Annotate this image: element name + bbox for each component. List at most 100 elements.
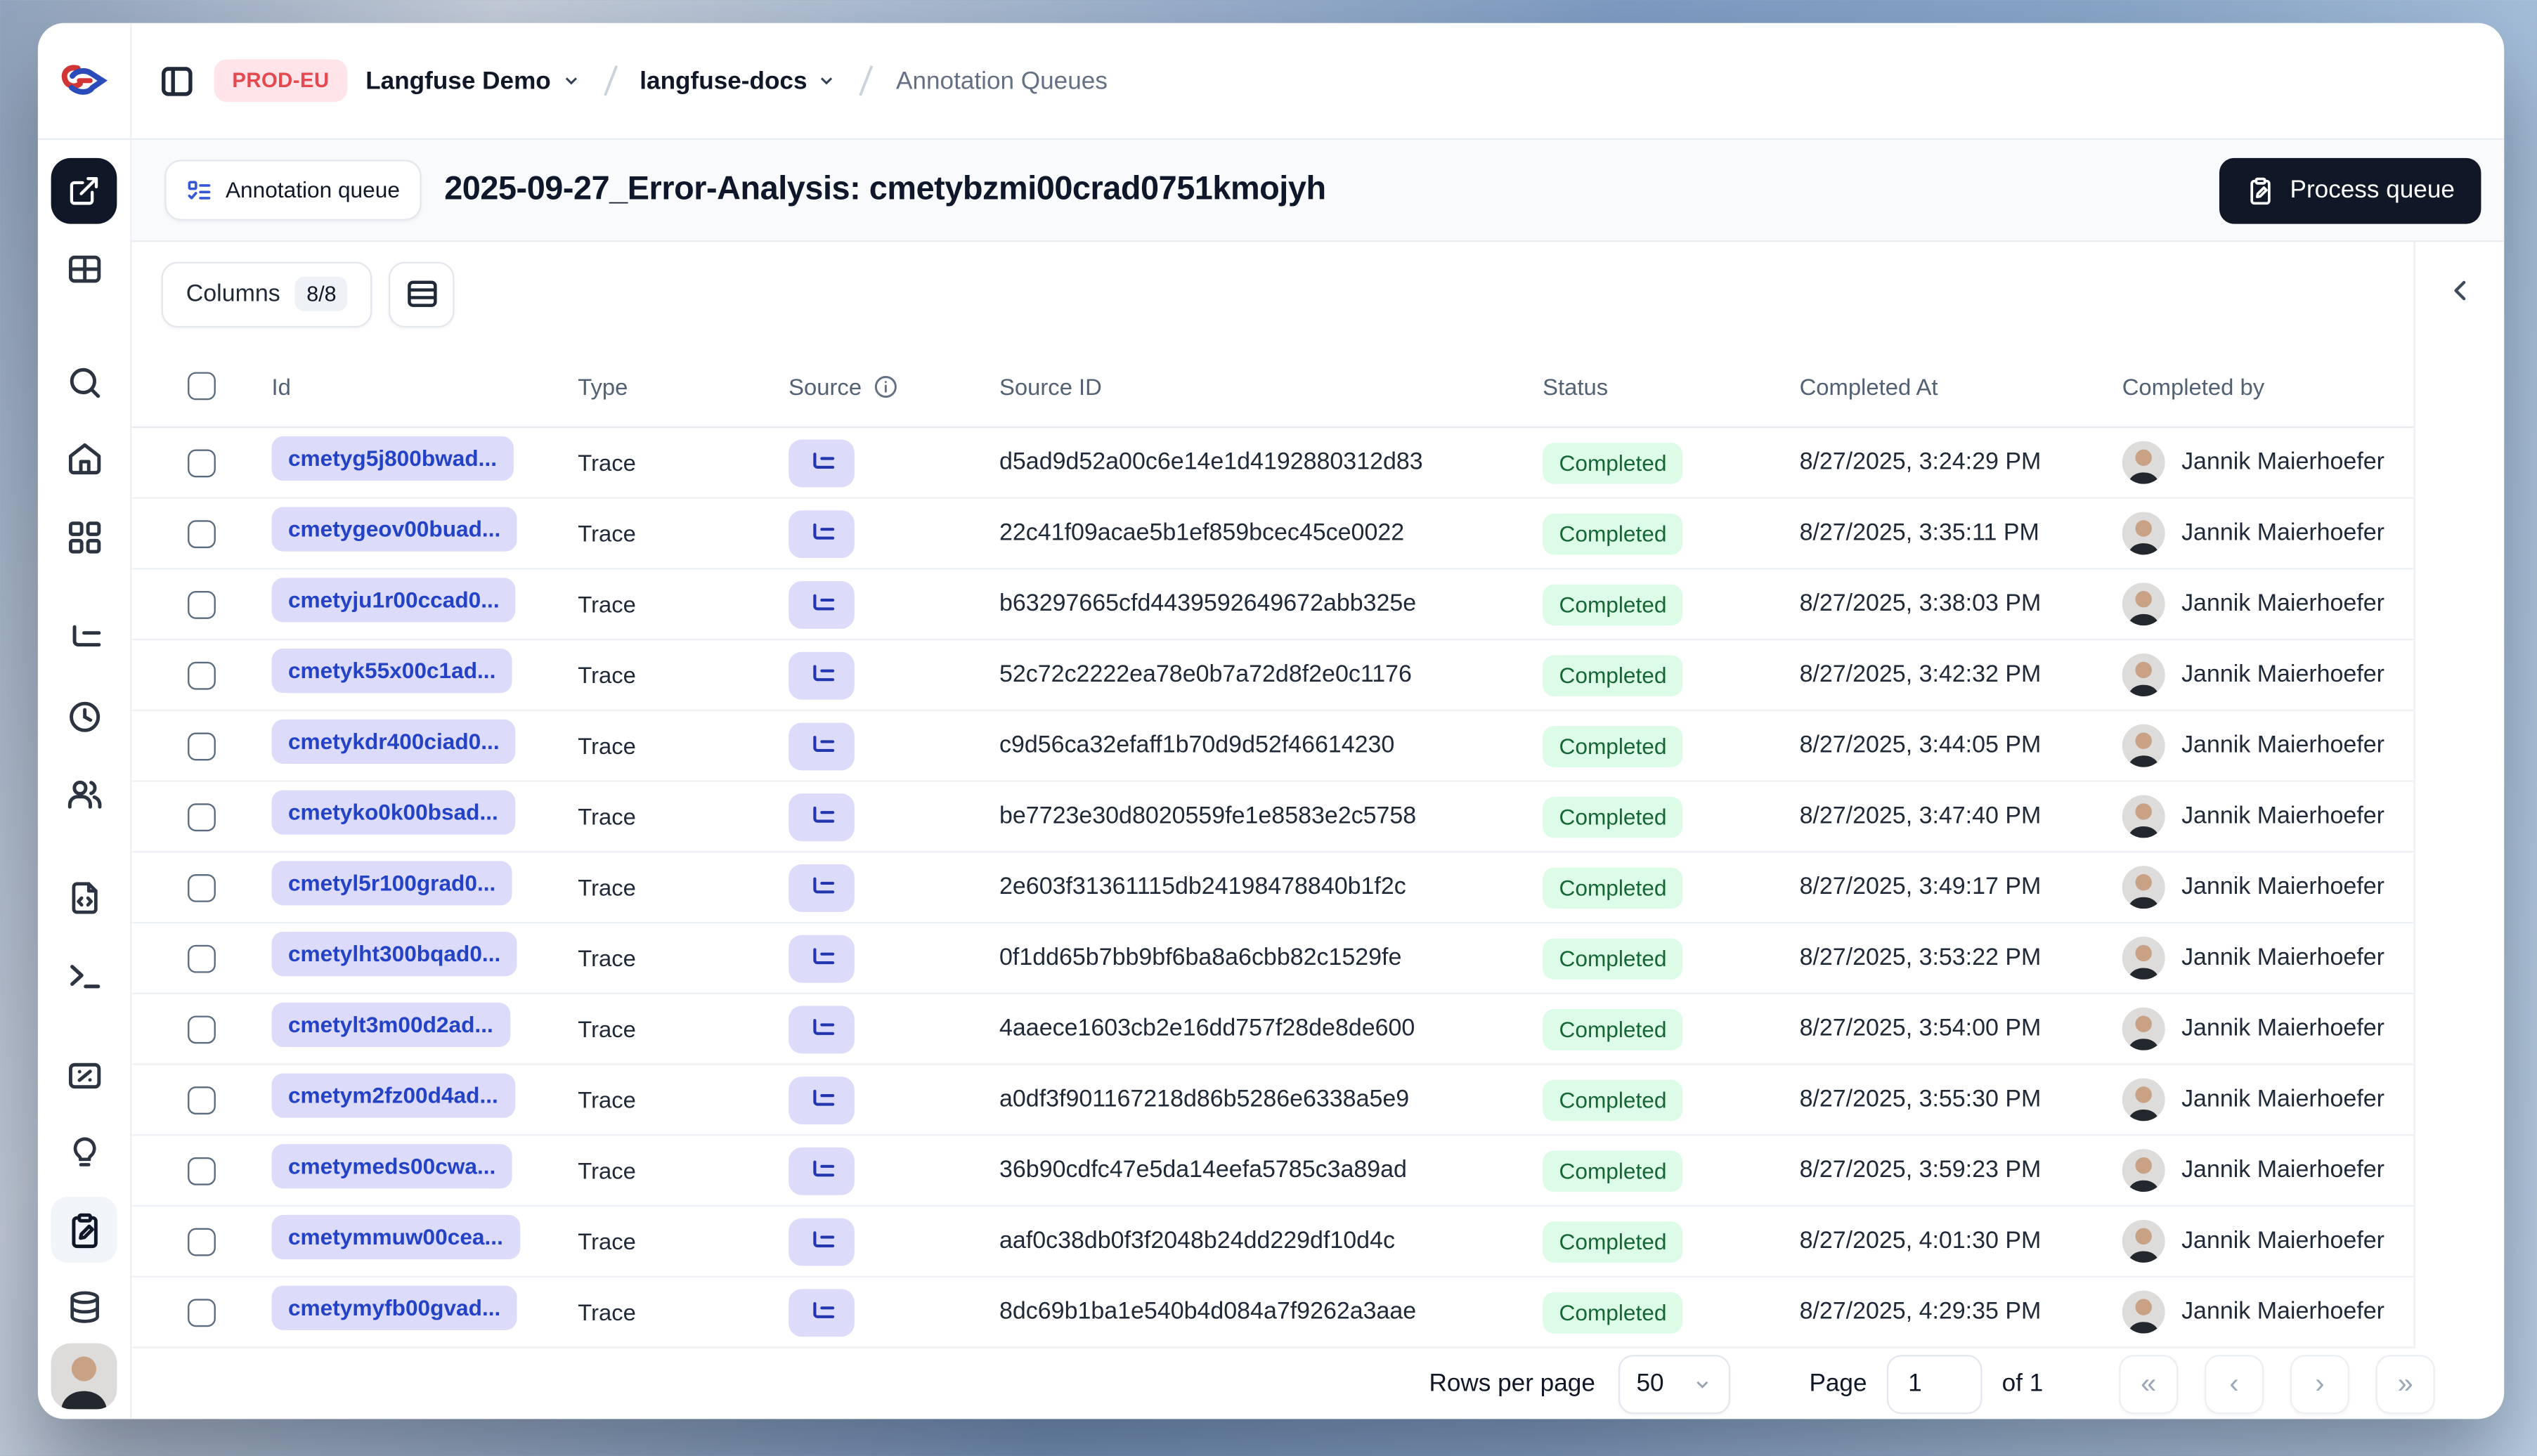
table-row[interactable]: cmetylt3m00d2ad... Trace 4aaece1603cb2e1… [131,994,2414,1065]
table-row[interactable]: cmetykdr400ciad0... Trace c9d56ca32efaff… [131,711,2414,782]
source-trace-button[interactable] [789,438,855,487]
langfuse-logo[interactable] [56,56,112,105]
item-id-badge[interactable]: cmetyg5j800bwad... [271,436,514,481]
next-page-button[interactable]: › [2290,1353,2350,1414]
source-trace-button[interactable] [789,863,855,911]
columns-button[interactable]: Columns 8/8 [161,261,373,327]
source-trace-button[interactable] [789,580,855,628]
sidebar-item-search[interactable] [51,349,117,415]
row-checkbox[interactable] [188,944,216,973]
source-trace-button[interactable] [789,1288,855,1337]
row-checkbox[interactable] [188,1015,216,1044]
completed-by-name: Jannik Maierhoefer [2181,1015,2384,1042]
sidebar-item-playground[interactable] [51,942,117,1008]
sidebar-item-evaluation[interactable] [51,1042,117,1108]
item-id-badge[interactable]: cmetyju1r00ccad0... [271,578,517,623]
previous-page-button[interactable]: ‹ [2204,1353,2264,1414]
user-avatar-image [51,1343,117,1410]
item-id-badge[interactable]: cmetym2fz00d4ad... [271,1073,515,1118]
first-page-button[interactable]: « [2119,1353,2179,1414]
info-icon[interactable] [873,373,899,399]
row-checkbox[interactable] [188,873,216,902]
breadcrumb-org-button[interactable]: Langfuse Demo [365,67,580,95]
item-id-badge[interactable]: cmetylht300bqad0... [271,931,517,977]
open-in-new-button[interactable] [51,157,117,224]
collapse-panel-button[interactable] [2435,265,2484,314]
row-checkbox[interactable] [188,1156,216,1185]
rows-icon [407,280,437,307]
sidebar-item-annotation-queues[interactable] [51,1197,117,1263]
item-id-badge[interactable]: cmetymyfb00gvad... [271,1285,517,1330]
completed-by-avatar [2122,936,2165,980]
table-row[interactable]: cmetyk55x00c1ad... Trace 52c72c2222ea78e… [131,640,2414,712]
table-row[interactable]: cmetyko0k00bsad... Trace be7723e30d80205… [131,781,2414,853]
table-row[interactable]: cmetyl5r100grad0... Trace 2e603f31361115… [131,852,2414,924]
source-trace-button[interactable] [789,1005,855,1053]
row-checkbox[interactable] [188,590,216,618]
row-checkbox[interactable] [188,519,216,547]
item-id-badge[interactable]: cmetyko0k00bsad... [271,790,515,835]
status-badge: Completed [1543,1150,1683,1191]
sidebar-item-dashboards[interactable] [51,504,117,570]
list-tree-icon [812,805,834,822]
data-table: Id Type Source Source ID Status Complete… [131,346,2414,1348]
item-id-badge[interactable]: cmetyl5r100grad0... [271,861,512,906]
row-checkbox[interactable] [188,732,216,760]
row-checkbox[interactable] [188,1086,216,1114]
sidebar-item-tracing[interactable] [51,606,117,672]
source-id: d5ad9d52a00c6e14e1d4192880312d83 [999,449,1423,476]
lightbulb-icon [72,1136,96,1166]
row-checkbox[interactable] [188,1227,216,1256]
item-id-badge[interactable]: cmetymeds00cwa... [271,1144,512,1189]
sidebar-item-datasets[interactable] [51,1274,117,1340]
sidebar-item-sessions[interactable] [51,683,117,749]
process-queue-button[interactable]: Process queue [2219,157,2481,223]
environment-badge: PROD-EU [214,59,348,103]
page-number-input[interactable] [1886,1353,1983,1414]
queue-type-badge: Annotation queue [164,160,422,221]
source-trace-button[interactable] [789,934,855,982]
sidebar-item-users[interactable] [51,760,117,826]
table-row[interactable]: cmetym2fz00d4ad... Trace a0df3f901167218… [131,1065,2414,1136]
sidebar-item-insights[interactable] [51,1119,117,1185]
columns-count-badge: 8/8 [294,276,349,311]
source-trace-button[interactable] [789,509,855,558]
user-avatar[interactable] [51,1343,117,1410]
source-trace-button[interactable] [789,1217,855,1266]
last-page-button[interactable]: » [2375,1353,2435,1414]
completed-by-name: Jannik Maierhoefer [2181,661,2384,689]
row-checkbox[interactable] [188,1298,216,1327]
row-height-button[interactable] [389,261,455,327]
item-id-badge[interactable]: cmetymmuw00cea... [271,1214,520,1260]
rows-per-page-select[interactable]: 50 [1618,1353,1730,1414]
source-trace-button[interactable] [789,793,855,840]
sidebar-toggle-button[interactable] [158,62,196,100]
table-row[interactable]: cmetymyfb00gvad... Trace 8dc69b1ba1e540b… [131,1277,2414,1348]
item-id-badge[interactable]: cmetylt3m00d2ad... [271,1002,510,1047]
breadcrumb-separator [859,65,874,96]
row-checkbox[interactable] [188,661,216,689]
sidebar-item-tables[interactable] [51,235,117,301]
table-row[interactable]: cmetymeds00cwa... Trace 36b90cdfc47e5da1… [131,1136,2414,1207]
item-id-badge[interactable]: cmetygeov00buad... [271,507,517,552]
source-trace-button[interactable] [789,651,855,699]
sidebar-item-home[interactable] [51,424,117,490]
breadcrumb-project-button[interactable]: langfuse-docs [640,67,836,95]
item-id-badge[interactable]: cmetyk55x00c1ad... [271,649,512,694]
source-trace-button[interactable] [789,1146,855,1195]
select-all-checkbox[interactable] [188,372,216,401]
table-row[interactable]: cmetylht300bqad0... Trace 0f1dd65b7bb9bf… [131,923,2414,994]
source-trace-button[interactable] [789,722,855,770]
table-row[interactable]: cmetyju1r00ccad0... Trace b63297665cfd44… [131,569,2414,641]
list-todo-icon [188,180,211,199]
table-row[interactable]: cmetygeov00buad... Trace 22c41f09acae5b1… [131,498,2414,570]
list-tree-icon [812,1088,834,1105]
sidebar-item-prompts[interactable] [51,864,117,930]
row-checkbox[interactable] [188,448,216,477]
source-trace-button[interactable] [789,1075,855,1124]
item-type: Trace [578,1086,636,1113]
row-checkbox[interactable] [188,802,216,831]
table-row[interactable]: cmetyg5j800bwad... Trace d5ad9d52a00c6e1… [131,428,2414,499]
item-id-badge[interactable]: cmetykdr400ciad0... [271,719,517,765]
table-row[interactable]: cmetymmuw00cea... Trace aaf0c38db0f3f204… [131,1207,2414,1278]
